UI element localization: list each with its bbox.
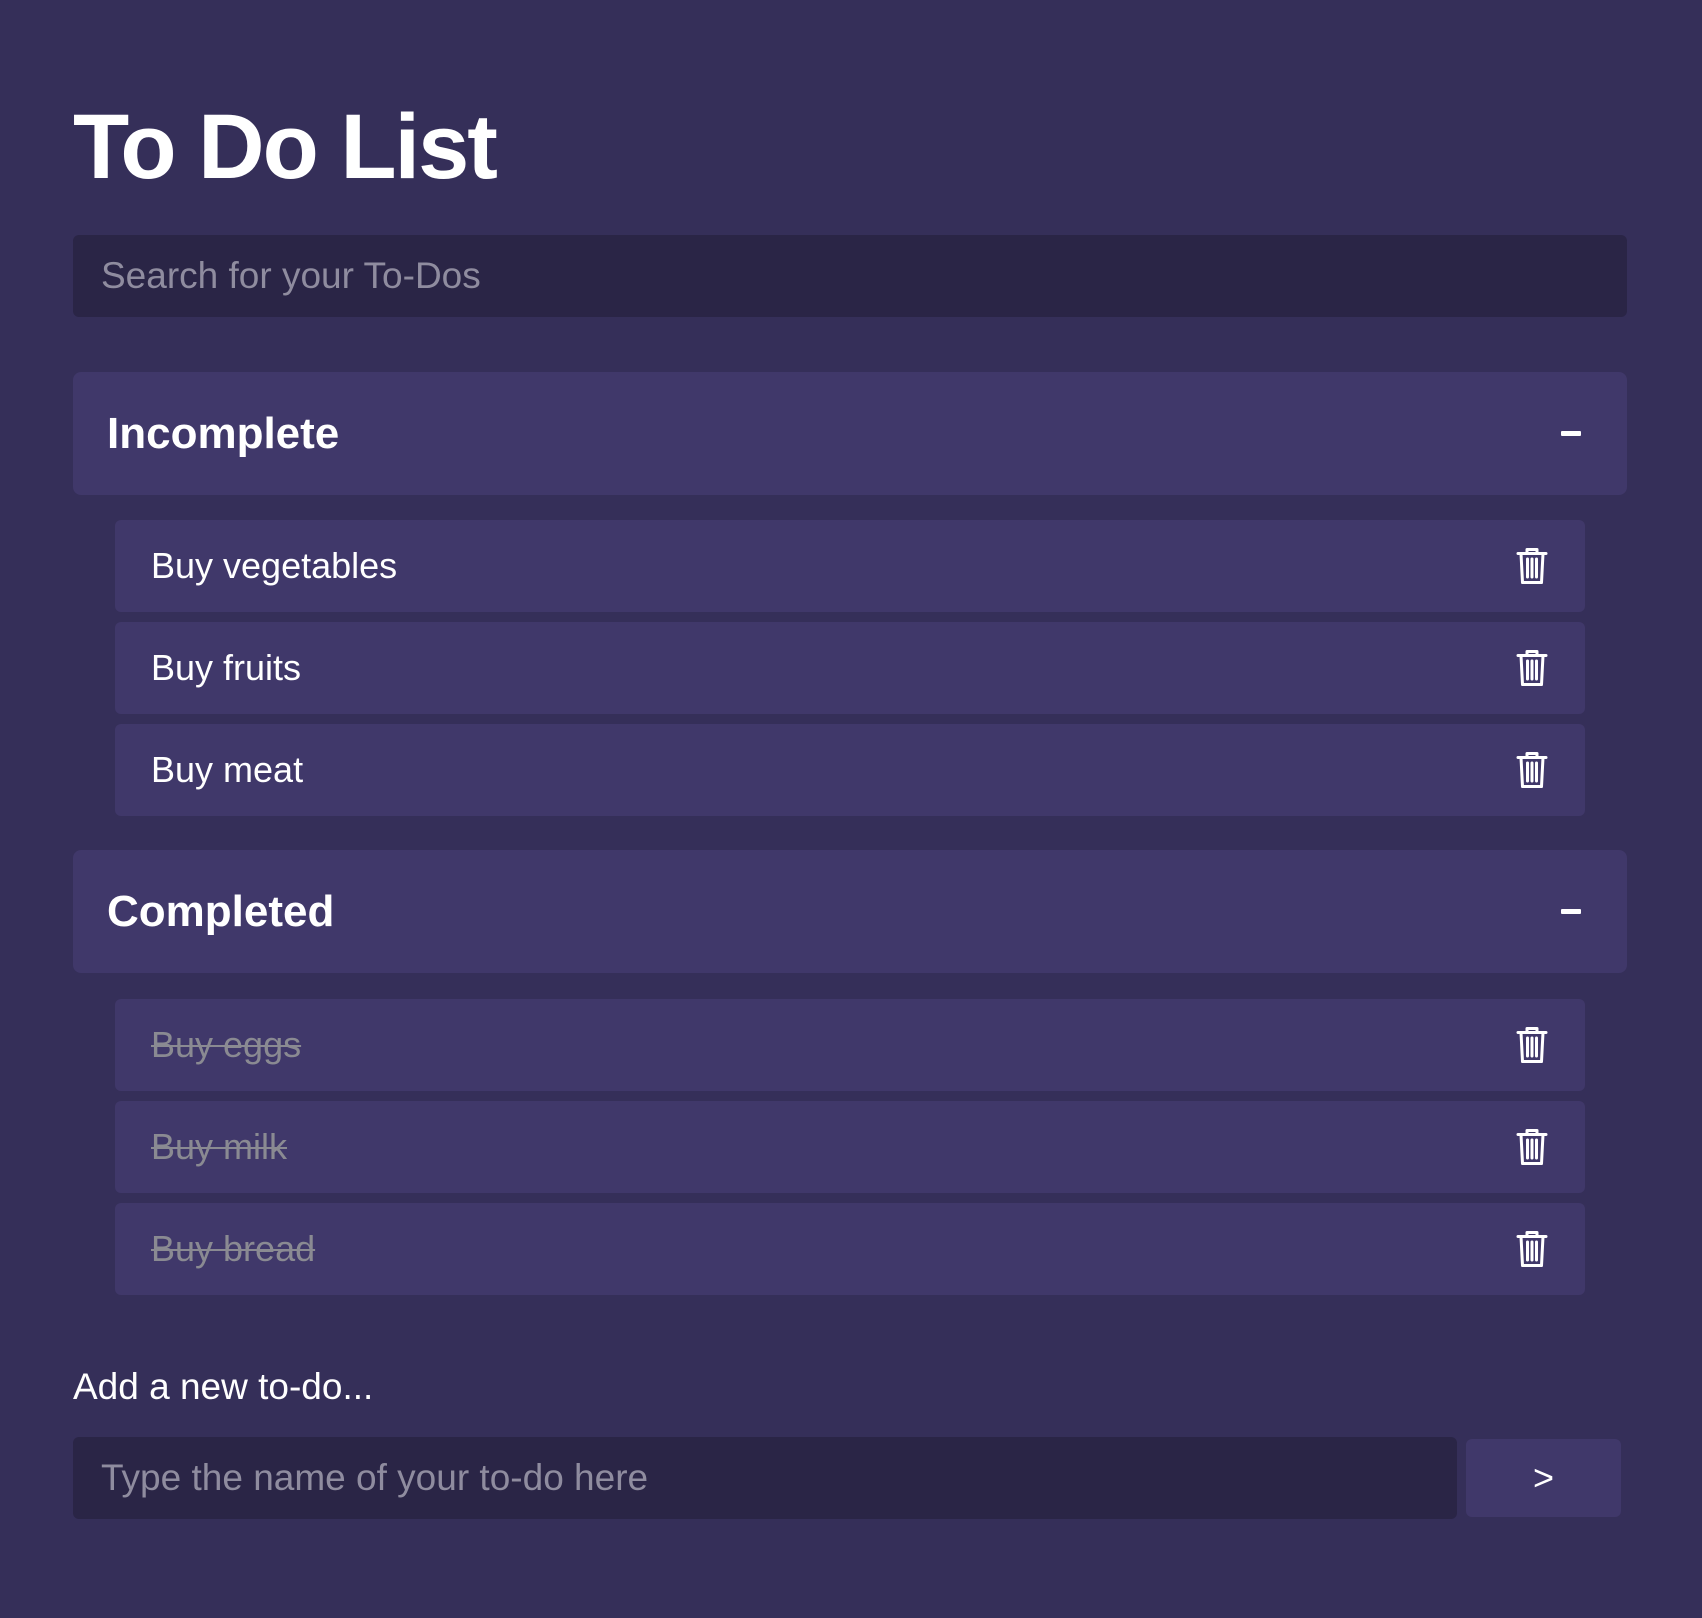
todo-item-label: Buy vegetables	[151, 545, 398, 586]
todo-item[interactable]: Buy meat	[115, 724, 1585, 816]
incomplete-list: Buy vegetables Buy fruits Buy meat	[115, 520, 1585, 816]
todo-item-label: Buy milk	[151, 1126, 288, 1167]
completed-section: Completed Buy eggs Buy milk Buy bread	[73, 850, 1627, 1305]
new-todo-input[interactable]	[73, 1437, 1457, 1519]
minus-icon[interactable]	[1561, 431, 1581, 436]
todo-item-label: Buy eggs	[151, 1024, 302, 1065]
trash-icon[interactable]	[1515, 1229, 1549, 1269]
todo-item-label: Buy bread	[151, 1228, 316, 1269]
completed-list: Buy eggs Buy milk Buy bread	[115, 999, 1585, 1295]
section-title-incomplete: Incomplete	[107, 408, 340, 458]
todo-item[interactable]: Buy vegetables	[115, 520, 1585, 612]
todo-item-completed[interactable]: Buy milk	[115, 1101, 1585, 1193]
incomplete-section: Incomplete Buy vegetables Buy fruits Buy…	[73, 372, 1627, 826]
page-title: To Do List	[73, 96, 498, 198]
trash-icon[interactable]	[1515, 750, 1549, 790]
trash-icon[interactable]	[1515, 648, 1549, 688]
todo-item-completed[interactable]: Buy bread	[115, 1203, 1585, 1295]
minus-icon[interactable]	[1561, 909, 1581, 914]
section-title-completed: Completed	[107, 886, 335, 936]
trash-icon[interactable]	[1515, 1127, 1549, 1167]
incomplete-section-header[interactable]: Incomplete	[73, 372, 1627, 495]
todo-item-completed[interactable]: Buy eggs	[115, 999, 1585, 1091]
search-input[interactable]	[73, 235, 1627, 317]
trash-icon[interactable]	[1515, 546, 1549, 586]
add-todo-button[interactable]: >	[1466, 1439, 1621, 1517]
completed-section-header[interactable]: Completed	[73, 850, 1627, 973]
todo-item-label: Buy fruits	[151, 647, 302, 688]
todo-item[interactable]: Buy fruits	[115, 622, 1585, 714]
add-todo-label: Add a new to-do...	[73, 1366, 374, 1407]
todo-item-label: Buy meat	[151, 749, 304, 790]
trash-icon[interactable]	[1515, 1025, 1549, 1065]
